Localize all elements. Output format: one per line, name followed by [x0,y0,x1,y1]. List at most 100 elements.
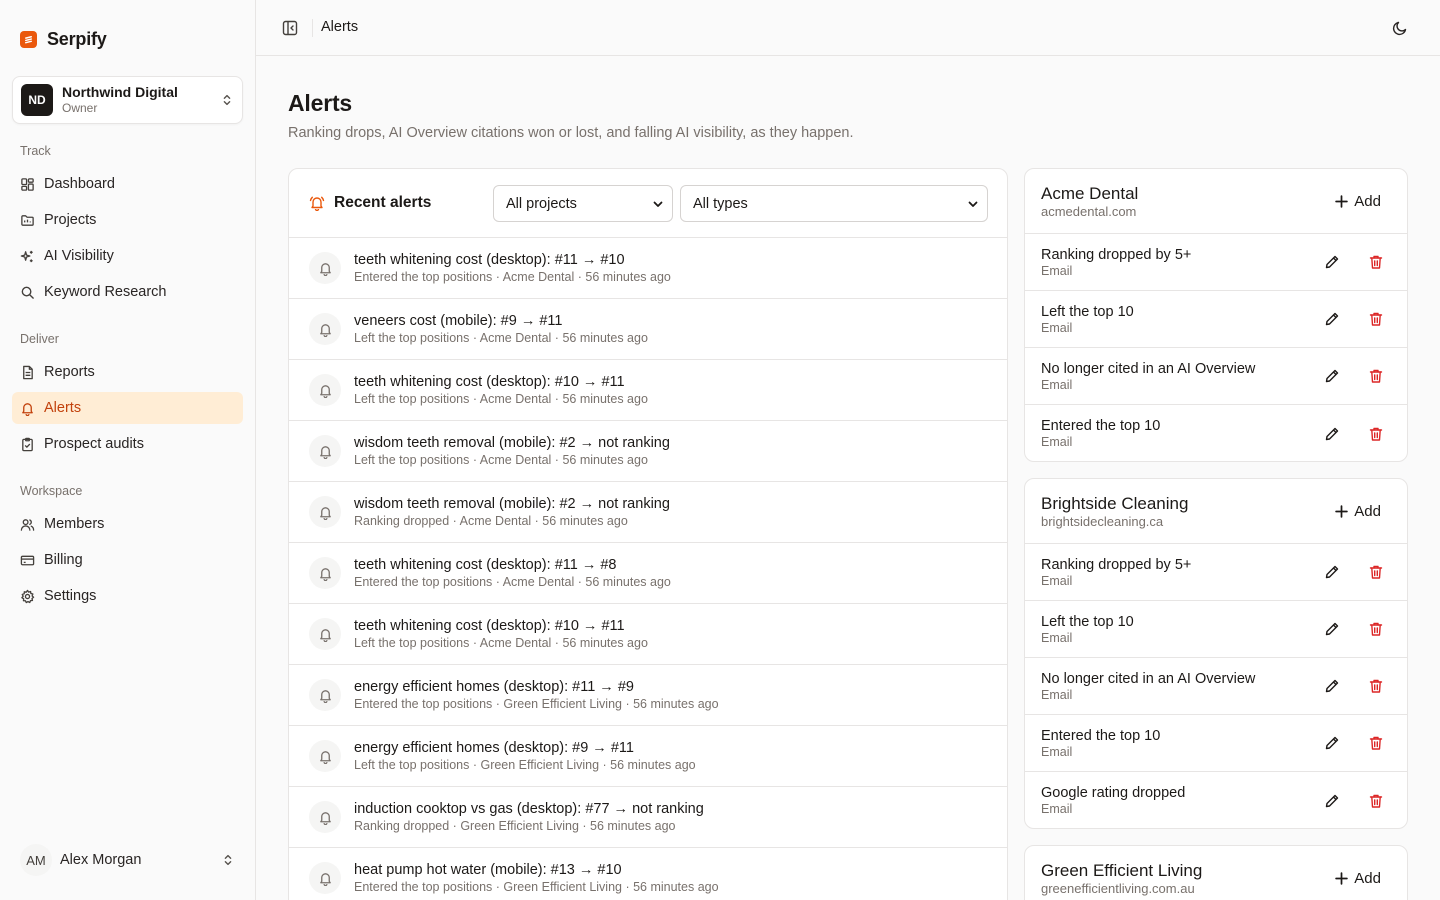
users-icon [20,518,35,531]
add-rule-button[interactable]: Add [1325,187,1391,216]
sidebar-item-keyword-research[interactable]: Keyword Research [12,276,243,308]
alert-row[interactable]: teeth whitening cost (desktop): #10 → #1… [289,604,1007,665]
recent-alerts-header: Recent alerts All projects All types [289,169,1007,238]
add-rule-button[interactable]: Add [1325,497,1391,526]
alert-row[interactable]: teeth whitening cost (desktop): #11 → #1… [289,238,1007,299]
alert-row[interactable]: wisdom teeth removal (mobile): #2 → not … [289,482,1007,543]
rule-name: No longer cited in an AI Overview [1041,670,1256,687]
project-rules-card: Green Efficient Living greenefficientliv… [1024,845,1408,900]
project-filter-value: All projects [506,195,577,212]
project-rules-header: Acme Dental acmedental.com Add [1025,169,1407,234]
bell-icon [319,689,331,703]
rule-name: Entered the top 10 [1041,727,1161,744]
rule-name: Left the top 10 [1041,613,1134,630]
alert-row[interactable]: wisdom teeth removal (mobile): #2 → not … [289,421,1007,482]
brand[interactable]: Serpify [20,29,107,50]
rule-channel: Email [1041,687,1073,702]
sidebar-item-label: AI Visibility [44,248,114,264]
bell-icon [319,445,331,459]
bell-icon [319,323,331,337]
rule-name: Entered the top 10 [1041,418,1161,434]
org-avatar: ND [21,84,53,116]
bell-icon [319,750,331,764]
delete-rule-button[interactable] [1361,557,1391,587]
alert-meta: Left the top positions · Acme Dental · 5… [354,392,648,406]
sidebar-item-alerts[interactable]: Alerts [12,392,243,424]
delete-rule-button[interactable] [1361,304,1391,334]
edit-rule-button[interactable] [1317,304,1347,334]
alert-icon-wrap [309,679,341,711]
sidebar-item-prospect-audits[interactable]: Prospect audits [12,428,243,460]
sidebar-item-reports[interactable]: Reports [12,356,243,388]
alert-row[interactable]: energy efficient homes (desktop): #11 → … [289,665,1007,726]
trash-icon [1369,622,1383,636]
alert-meta: Entered the top positions · Acme Dental … [354,575,671,589]
delete-rule-button[interactable] [1361,671,1391,701]
alert-title: teeth whitening cost (desktop): #10 → #1… [354,618,625,634]
sidebar-item-ai-visibility[interactable]: AI Visibility [12,240,243,272]
rule-channel: Email [1041,744,1073,759]
edit-rule-button[interactable] [1317,728,1347,758]
edit-rule-button[interactable] [1317,247,1347,277]
rule-name: Ranking dropped by 5+ [1041,556,1192,573]
alert-row[interactable]: induction cooktop vs gas (desktop): #77 … [289,787,1007,848]
rule-channel: Email [1041,802,1073,816]
project-rules-card: Brightside Cleaning brightsidecleaning.c… [1024,478,1408,829]
project-rules-header: Green Efficient Living greenefficientliv… [1025,846,1407,900]
sidebar-item-label: Reports [44,364,95,380]
project-name: Brightside Cleaning [1041,493,1189,513]
sidebar-item-members[interactable]: Members [12,508,243,540]
edit-rule-button[interactable] [1317,419,1347,449]
moon-icon[interactable] [1392,20,1408,36]
add-rule-label: Add [1354,869,1381,887]
alert-icon-wrap [309,618,341,650]
search-icon [21,286,34,299]
bell-icon [319,567,331,581]
alert-rule-row: Google rating dropped Email [1025,772,1407,828]
alert-row[interactable]: heat pump hot water (mobile): #13 → #10 … [289,848,1007,900]
delete-rule-button[interactable] [1361,247,1391,277]
pencil-icon [1325,427,1339,440]
pencil-icon [1325,565,1339,579]
alert-meta: Entered the top positions · Green Effici… [354,880,719,894]
delete-rule-button[interactable] [1361,728,1391,758]
alert-row[interactable]: veneers cost (mobile): #9 → #11 Left the… [289,299,1007,360]
edit-rule-button[interactable] [1317,786,1347,816]
type-filter-select[interactable]: All types [680,185,988,222]
credit-card-icon [20,555,35,565]
sidebar-item-label: Settings [44,588,97,604]
edit-rule-button[interactable] [1317,671,1347,701]
chevron-down-icon [968,201,978,207]
project-filter-select[interactable]: All projects [493,185,673,222]
plus-icon [1335,194,1349,208]
rule-name: Google rating dropped [1041,785,1186,801]
alert-title: teeth whitening cost (desktop): #11 → #1… [354,252,625,268]
alert-icon-wrap [309,435,341,467]
alert-row[interactable]: teeth whitening cost (desktop): #10 → #1… [289,360,1007,421]
add-rule-button[interactable]: Add [1325,864,1391,893]
sidebar-toggle-icon[interactable] [282,20,298,36]
edit-rule-button[interactable] [1317,557,1347,587]
delete-rule-button[interactable] [1361,419,1391,449]
delete-rule-button[interactable] [1361,614,1391,644]
delete-rule-button[interactable] [1361,361,1391,391]
alert-row[interactable]: energy efficient homes (desktop): #9 → #… [289,726,1007,787]
sidebar-item-dashboard[interactable]: Dashboard [12,168,243,200]
org-switcher[interactable]: ND Northwind Digital Owner [12,76,243,124]
alert-rule-row: Left the top 10 Email [1025,601,1407,658]
alert-icon-wrap [309,496,341,528]
alert-row[interactable]: teeth whitening cost (desktop): #11 → #8… [289,543,1007,604]
user-menu[interactable]: AM Alex Morgan [12,840,243,880]
dashboard-icon [21,177,34,191]
edit-rule-button[interactable] [1317,614,1347,644]
project-name: Acme Dental [1041,183,1139,203]
sidebar-item-billing[interactable]: Billing [12,544,243,576]
delete-rule-button[interactable] [1361,786,1391,816]
sidebar-item-projects[interactable]: Projects [12,204,243,236]
add-rule-label: Add [1354,502,1381,520]
alert-icon-wrap [309,252,341,284]
edit-rule-button[interactable] [1317,361,1347,391]
sidebar-item-settings[interactable]: Settings [12,580,243,612]
recent-alerts-card: Recent alerts All projects All types tee… [288,168,1008,900]
topbar-divider [312,19,313,37]
